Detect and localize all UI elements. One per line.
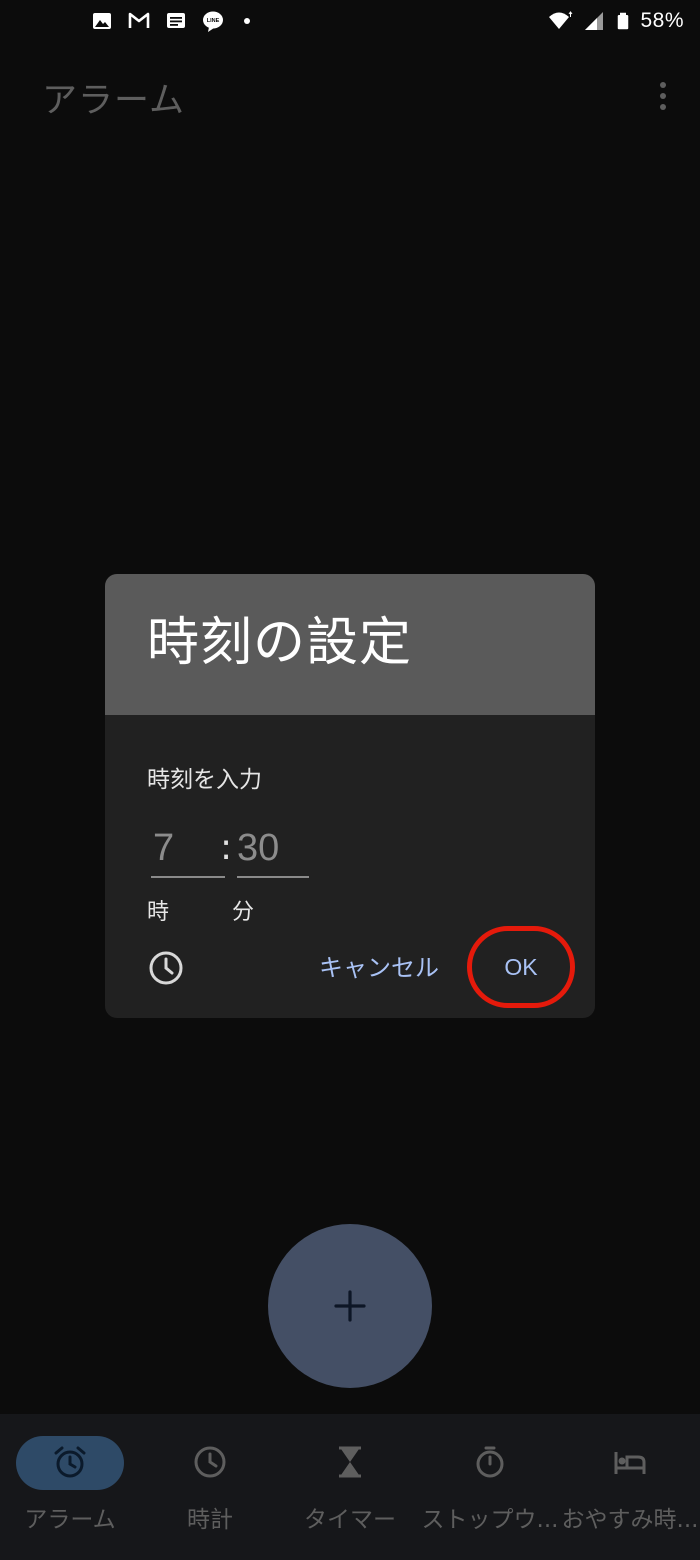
bed-icon	[614, 1452, 646, 1474]
cancel-button[interactable]: キャンセル	[319, 950, 439, 986]
status-bar: LINE 58%	[0, 0, 700, 44]
signal-icon	[585, 12, 604, 30]
plus-icon	[334, 1290, 366, 1322]
battery-icon	[618, 12, 629, 30]
dialog-header: 時刻の設定	[105, 574, 595, 715]
dialog-title: 時刻の設定	[147, 613, 413, 673]
hour-input[interactable]: 7	[151, 822, 225, 878]
gmail-icon	[128, 12, 150, 28]
nav-label-bedtime: おやすみ時...	[561, 1507, 699, 1533]
ok-button-label: OK	[504, 953, 538, 980]
alarm-icon	[54, 1446, 86, 1478]
time-separator: :	[220, 827, 233, 868]
nav-item-bedtime[interactable]: おやすみ時...	[560, 1414, 700, 1560]
battery-percentage: 58%	[640, 9, 684, 32]
nav-item-stopwatch[interactable]: ストップウ...	[420, 1414, 560, 1560]
nav-item-timer[interactable]: タイマー	[280, 1414, 420, 1560]
time-input-label: 時刻を入力	[147, 767, 262, 793]
messages-icon	[167, 13, 185, 28]
hourglass-icon	[339, 1446, 361, 1478]
clock-mode-toggle-icon[interactable]	[147, 949, 185, 987]
app-title: アラーム	[42, 81, 185, 121]
nav-label-timer: タイマー	[304, 1507, 396, 1533]
hour-caption: 時	[147, 900, 170, 925]
nav-label-alarm: アラーム	[24, 1507, 116, 1533]
minute-caption: 分	[232, 900, 255, 925]
more-options-button[interactable]	[646, 76, 680, 116]
nav-item-clock[interactable]: 時計	[140, 1414, 280, 1560]
bottom-navigation: アラーム 時計 タイマー ストップウ... おやすみ時...	[0, 1414, 700, 1560]
line-icon: LINE	[203, 11, 223, 32]
notification-icons: LINE	[90, 8, 250, 34]
gallery-icon	[93, 13, 111, 29]
notification-dot	[244, 18, 250, 24]
svg-text:LINE: LINE	[207, 18, 220, 24]
system-icons: 58%	[544, 8, 684, 34]
time-picker-dialog: 時刻の設定 時刻を入力 7 : 30 時 分 キャンセル OK	[105, 574, 595, 1018]
stopwatch-icon	[476, 1446, 504, 1478]
clock-icon	[194, 1446, 226, 1478]
wifi-icon	[549, 11, 573, 29]
more-vert-icon	[660, 82, 666, 88]
nav-label-clock: 時計	[187, 1507, 233, 1533]
ok-button[interactable]: OK	[467, 926, 575, 1008]
nav-label-stopwatch: ストップウ...	[421, 1507, 559, 1533]
nav-item-alarm[interactable]: アラーム	[0, 1414, 140, 1560]
minute-input[interactable]: 30	[237, 822, 309, 878]
add-alarm-button[interactable]	[268, 1224, 432, 1388]
